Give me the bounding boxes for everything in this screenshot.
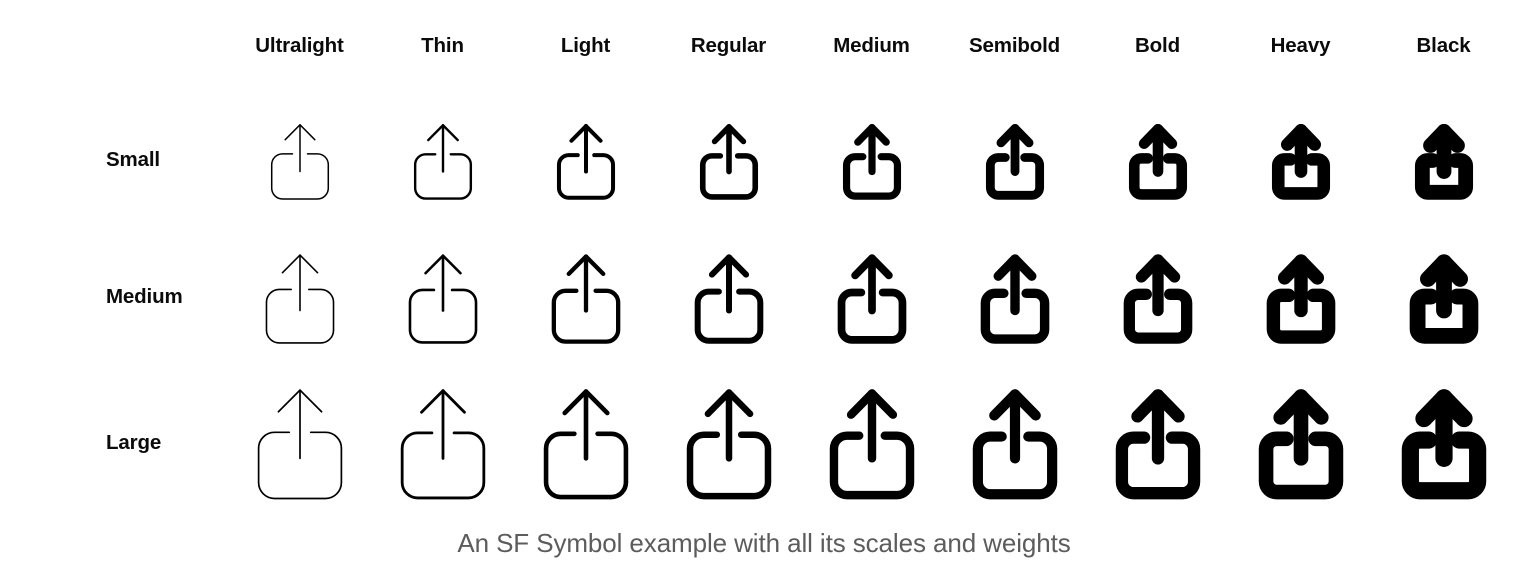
symbol-cell xyxy=(1086,366,1229,520)
share-icon-large-bold xyxy=(1115,389,1200,500)
column-header-medium: Medium xyxy=(833,33,910,57)
row-header-small: Small xyxy=(106,148,160,172)
symbol-cell xyxy=(514,92,657,229)
share-icon-large-thin xyxy=(400,389,485,500)
column-header-heavy: Heavy xyxy=(1270,33,1331,57)
symbol-cell xyxy=(514,366,657,520)
row-header-medium: Medium xyxy=(106,285,183,309)
symbol-cell xyxy=(514,229,657,366)
symbol-cell xyxy=(1229,366,1372,520)
share-icon-medium-bold xyxy=(1123,253,1192,344)
column-header-semibold: Semibold xyxy=(968,33,1061,57)
symbol-cell xyxy=(657,229,800,366)
sf-symbol-matrix-figure: Ultralight Thin Light Regular Medium Semibold… xyxy=(0,0,1528,586)
share-icon-small-thin xyxy=(413,123,472,200)
share-icon-small-regular xyxy=(699,123,758,200)
symbol-cell xyxy=(1372,366,1515,520)
share-icon-small-heavy xyxy=(1271,123,1330,200)
share-icon-large-black xyxy=(1401,389,1486,500)
symbol-cell xyxy=(1229,92,1372,229)
symbol-cell xyxy=(1086,229,1229,366)
symbol-cell xyxy=(800,366,943,520)
share-icon-small-ultralight xyxy=(270,123,329,200)
share-icon-large-ultralight xyxy=(257,389,342,500)
symbol-cell xyxy=(228,366,371,520)
figure-caption: An SF Symbol example with all its scales… xyxy=(457,528,1071,558)
symbol-grid: Ultralight Thin Light Regular Medium Semibold… xyxy=(0,0,1528,520)
symbol-cell xyxy=(371,366,514,520)
share-icon-medium-semibold xyxy=(980,253,1049,344)
share-icon-medium-medium xyxy=(837,253,906,344)
share-icon-small-black xyxy=(1414,123,1473,200)
share-icon-large-regular xyxy=(686,389,771,500)
column-header-thin: Thin xyxy=(421,33,464,57)
column-header-regular: Regular xyxy=(690,33,767,57)
symbol-cell xyxy=(1372,229,1515,366)
share-icon-large-semibold xyxy=(972,389,1057,500)
share-icon-small-light xyxy=(556,123,615,200)
symbol-cell xyxy=(800,229,943,366)
symbol-cell xyxy=(1086,92,1229,229)
symbol-cell xyxy=(371,229,514,366)
symbol-cell xyxy=(1372,92,1515,229)
column-header-black: Black xyxy=(1416,33,1471,57)
share-icon-medium-regular xyxy=(694,253,763,344)
column-header-light: Light xyxy=(560,33,611,57)
share-icon-large-heavy xyxy=(1258,389,1343,500)
column-header-ultralight: Ultralight xyxy=(255,33,344,57)
share-icon-small-medium xyxy=(842,123,901,200)
symbol-cell xyxy=(371,92,514,229)
share-icon-large-light xyxy=(543,389,628,500)
share-icon-medium-thin xyxy=(408,253,477,344)
share-icon-small-semibold xyxy=(985,123,1044,200)
symbol-cell xyxy=(943,229,1086,366)
symbol-cell xyxy=(657,92,800,229)
share-icon-medium-black xyxy=(1409,253,1478,344)
share-icon-medium-light xyxy=(551,253,620,344)
symbol-cell xyxy=(800,92,943,229)
share-icon-medium-heavy xyxy=(1266,253,1335,344)
symbol-cell xyxy=(943,366,1086,520)
row-header-large: Large xyxy=(106,430,162,454)
column-header-bold: Bold xyxy=(1135,33,1180,57)
symbol-cell xyxy=(1229,229,1372,366)
symbol-cell xyxy=(657,366,800,520)
symbol-cell xyxy=(228,229,371,366)
share-icon-medium-ultralight xyxy=(265,253,334,344)
symbol-cell xyxy=(943,92,1086,229)
share-icon-large-medium xyxy=(829,389,914,500)
share-icon-small-bold xyxy=(1128,123,1187,200)
symbol-cell xyxy=(228,92,371,229)
